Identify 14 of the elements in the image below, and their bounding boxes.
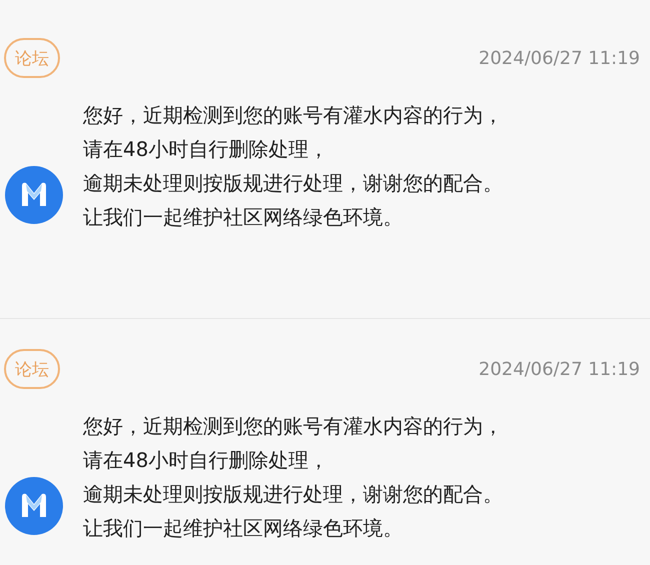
message-time: 2024/06/27 11:19 [478, 48, 640, 68]
avatar-icon [5, 477, 63, 535]
message-line: 让我们一起维护社区网络绿色环境。 [83, 515, 404, 542]
message-line: 请在48小时自行删除处理， [83, 447, 330, 474]
message-line: 逾期未处理则按版规进行处理，谢谢您的配合。 [83, 170, 503, 197]
message-time: 2024/06/27 11:19 [478, 358, 640, 380]
message-line: 您好，近期检测到您的账号有灌水内容的行为， [83, 413, 503, 440]
avatar-icon [5, 166, 63, 224]
message-line: 请在48小时自行删除处理， [83, 136, 330, 163]
message-line: 让我们一起维护社区网络绿色环境。 [83, 204, 404, 231]
category-tag: 论坛 [4, 38, 60, 78]
message-line: 您好，近期检测到您的账号有灌水内容的行为， [83, 102, 503, 129]
category-tag: 论坛 [4, 349, 60, 389]
message-line: 逾期未处理则按版规进行处理，谢谢您的配合。 [83, 481, 503, 508]
